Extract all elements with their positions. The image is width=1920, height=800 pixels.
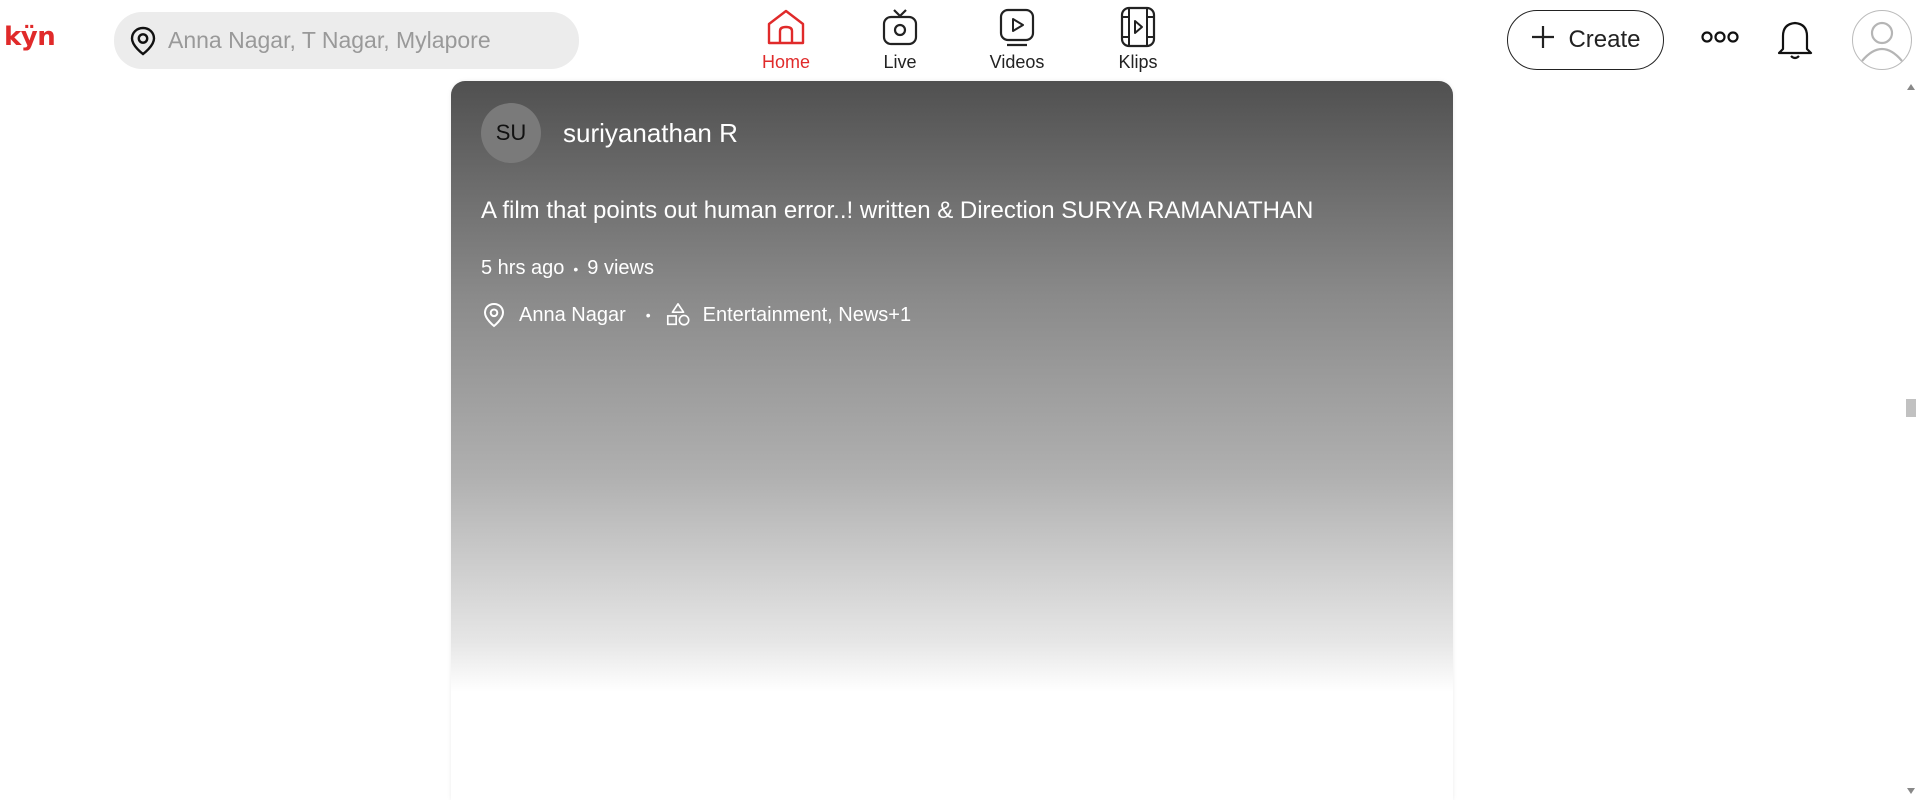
plus-icon bbox=[1530, 24, 1556, 57]
home-icon bbox=[765, 6, 807, 48]
klips-film-icon bbox=[1117, 6, 1159, 48]
video-play-icon bbox=[996, 6, 1038, 48]
nav-klips[interactable]: Klips bbox=[1110, 6, 1166, 73]
author-name[interactable]: suriyanathan R bbox=[563, 118, 738, 149]
author-avatar[interactable]: SU bbox=[481, 103, 541, 163]
post-views: 9 views bbox=[587, 257, 654, 279]
scroll-down-arrow-icon[interactable] bbox=[1907, 788, 1915, 794]
page-scrollbar[interactable] bbox=[1902, 81, 1920, 800]
app-logo[interactable]: kÿn bbox=[4, 22, 56, 52]
nav-klips-label: Klips bbox=[1118, 52, 1158, 72]
post-categories[interactable]: Entertainment, News+1 bbox=[703, 304, 911, 327]
nav-videos-label: Videos bbox=[989, 52, 1045, 72]
nav-live-label: Live bbox=[883, 52, 917, 72]
location-search-input[interactable] bbox=[168, 27, 568, 54]
location-search-box[interactable] bbox=[114, 12, 579, 69]
post-time-ago: 5 hrs ago bbox=[481, 257, 565, 279]
meta-separator: • bbox=[573, 260, 579, 277]
scroll-up-arrow-icon[interactable] bbox=[1907, 84, 1915, 90]
post-meta: 5 hrs ago • 9 views bbox=[481, 257, 654, 280]
post-location[interactable]: Anna Nagar bbox=[519, 304, 626, 327]
create-button[interactable]: Create bbox=[1507, 10, 1664, 70]
bell-icon[interactable] bbox=[1772, 16, 1818, 62]
user-avatar-icon[interactable] bbox=[1852, 10, 1912, 70]
create-button-label: Create bbox=[1568, 26, 1641, 53]
post-card[interactable]: SU suriyanathan R A film that points out… bbox=[451, 81, 1453, 800]
location-pin-icon bbox=[126, 24, 160, 58]
nav-home[interactable]: Home bbox=[758, 6, 814, 73]
more-dots-icon[interactable] bbox=[1700, 26, 1740, 48]
post-author[interactable]: SU suriyanathan R bbox=[481, 103, 738, 163]
post-title: A film that points out human error..! wr… bbox=[481, 197, 1314, 224]
category-shapes-icon bbox=[665, 301, 691, 329]
tags-separator: • bbox=[645, 307, 651, 323]
location-pin-icon bbox=[481, 301, 507, 329]
post-tags: Anna Nagar • Entertainment, News+1 bbox=[481, 301, 911, 329]
top-navigation-bar: kÿn Home Live Videos Klips Create bbox=[0, 0, 1920, 80]
nav-videos[interactable]: Videos bbox=[985, 6, 1049, 73]
live-tv-icon bbox=[879, 6, 921, 48]
nav-home-label: Home bbox=[761, 52, 810, 72]
nav-live[interactable]: Live bbox=[872, 6, 928, 73]
scrollbar-thumb[interactable] bbox=[1906, 399, 1916, 417]
